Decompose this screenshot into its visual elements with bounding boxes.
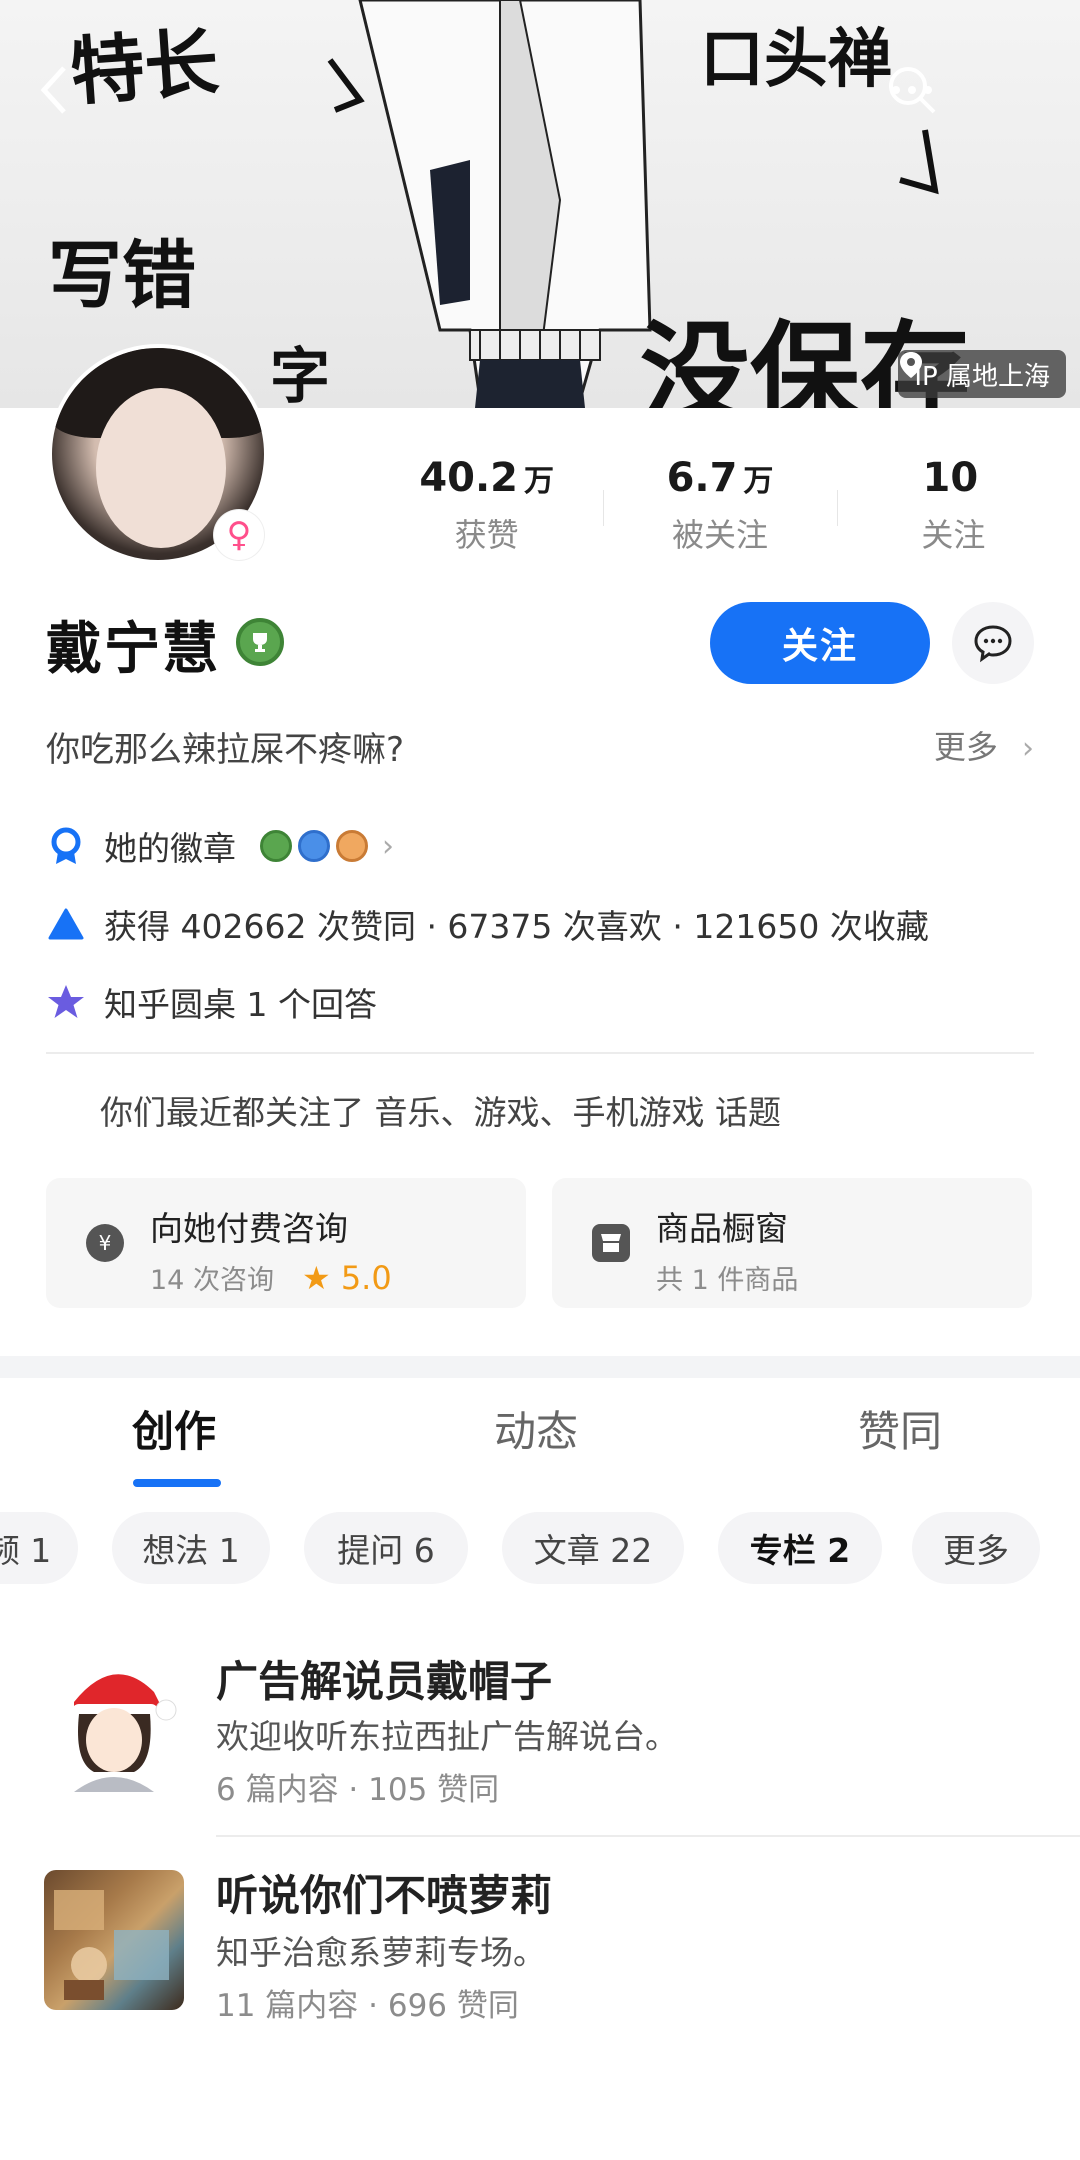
cozy-room-illustration — [54, 1890, 169, 2000]
back-button[interactable] — [34, 62, 84, 122]
stat-following-label: 关注 — [921, 516, 986, 554]
tab-creation[interactable]: 创作 — [132, 1398, 216, 1459]
orange-badge-icon — [336, 830, 368, 862]
list-divider — [216, 1835, 1080, 1837]
bio-more-label: 更多 — [933, 728, 998, 766]
achievements-row: 获得 402662 次赞同 · 67375 次喜欢 · 121650 次收藏 — [46, 900, 929, 948]
shop-count: 共 1 件商品 — [656, 1265, 799, 1296]
section-divider — [0, 1356, 1080, 1378]
ip-location-text: IP 属地上海 — [914, 361, 1050, 392]
chip-columns[interactable]: 专栏 2 — [718, 1512, 882, 1584]
roundtable-text: 知乎圆桌 1 个回答 — [104, 985, 377, 1024]
column-title: 广告解说员戴帽子 — [216, 1657, 553, 1706]
stat-likes[interactable]: 40.2 万 获赞 — [370, 450, 603, 560]
medal-icon — [46, 826, 86, 866]
chip-more[interactable]: 更多 — [912, 1512, 1040, 1584]
chat-bubble-icon — [974, 625, 1012, 663]
profile-bio: 你吃那么辣拉屎不疼嘛? — [46, 730, 405, 770]
green-badge-icon — [260, 830, 292, 862]
chip-questions[interactable]: 提问 6 — [304, 1512, 468, 1584]
tab-active-indicator — [133, 1479, 221, 1487]
upvote-triangle-icon — [46, 904, 86, 944]
blue-badge-icon — [298, 830, 330, 862]
content-tabs: 创作 动态 赞同 — [0, 1398, 1080, 1488]
stat-likes-value: 40.2 — [419, 455, 519, 501]
column-item[interactable]: 广告解说员戴帽子 欢迎收听东拉西扯广告解说台。 6 篇内容 · 105 赞同 — [0, 1636, 1080, 1836]
badges-row[interactable]: 她的徽章 › — [46, 822, 394, 870]
tab-upvotes[interactable]: 赞同 — [858, 1398, 942, 1459]
shop-window-card[interactable]: 商品橱窗 共 1 件商品 — [552, 1178, 1032, 1308]
banner-text-4: 字 — [270, 342, 330, 408]
divider — [46, 1052, 1034, 1054]
stat-followers-label: 被关注 — [671, 516, 768, 554]
column-meta: 6 篇内容 · 105 赞同 — [216, 1772, 500, 1808]
column-description: 知乎治愈系萝莉专场。 — [216, 1933, 546, 1972]
banner-text-2: 口头禅 — [700, 23, 892, 97]
stat-likes-label: 获赞 — [454, 516, 519, 554]
chevron-left-icon — [40, 66, 66, 114]
location-pin-icon — [900, 352, 923, 378]
paid-consult-card[interactable]: ¥ 向她付费咨询 14 次咨询 ★ 5.0 — [46, 1178, 526, 1308]
stat-following[interactable]: 10 关注 — [836, 450, 1070, 560]
bio-more-link[interactable]: 更多 › — [934, 722, 1034, 768]
column-meta: 11 篇内容 · 696 赞同 — [216, 1988, 519, 2024]
column-thumbnail — [44, 1652, 184, 1792]
stat-following-value: 10 — [922, 455, 979, 501]
chevron-right-icon: › — [382, 828, 394, 864]
roundtable-row[interactable]: 知乎圆桌 1 个回答 — [46, 978, 377, 1026]
badges-label: 她的徽章 — [104, 829, 236, 868]
column-item[interactable]: 听说你们不喷萝莉 知乎治愈系萝莉专场。 11 篇内容 · 696 赞同 — [0, 1862, 1080, 2062]
chevron-right-icon: › — [1022, 731, 1034, 766]
chip-video[interactable]: 频 1 — [0, 1512, 78, 1584]
stat-likes-unit: 万 — [524, 464, 555, 499]
badge-list — [260, 830, 368, 862]
consult-rating: ★ 5.0 — [301, 1258, 392, 1297]
follow-button[interactable]: 关注 — [710, 602, 930, 684]
column-description: 欢迎收听东拉西扯广告解说台。 — [216, 1717, 678, 1756]
consult-yen-icon: ¥ — [86, 1224, 124, 1262]
achievements-text: 获得 402662 次赞同 · 67375 次喜欢 · 121650 次收藏 — [104, 907, 929, 946]
more-options-button[interactable] — [892, 62, 1036, 118]
stat-followers-value: 6.7 — [666, 455, 738, 501]
top-actions — [884, 62, 1036, 118]
avatar-face — [96, 388, 226, 548]
ip-location-badge: IP 属地上海 — [898, 350, 1066, 398]
chip-thoughts[interactable]: 想法 1 — [112, 1512, 270, 1584]
more-dots-icon — [892, 86, 932, 94]
column-thumbnail — [44, 1870, 184, 2010]
stat-followers[interactable]: 6.7 万 被关注 — [603, 450, 836, 560]
banner-text-1: 特长 — [67, 19, 222, 117]
banner-text-3: 写错 — [48, 233, 196, 319]
chip-articles[interactable]: 文章 22 — [502, 1512, 684, 1584]
santa-girl-illustration — [72, 1674, 177, 1792]
message-button[interactable] — [952, 602, 1034, 684]
tab-activity[interactable]: 动态 — [494, 1398, 578, 1459]
trophy-icon — [253, 633, 267, 652]
female-icon: ♀ — [214, 510, 264, 560]
star-icon — [46, 982, 86, 1022]
profile-stats: 40.2 万 获赞 6.7 万 被关注 10 关注 — [370, 450, 1070, 560]
shop-title: 商品橱窗 — [656, 1209, 788, 1248]
recent-topics: 你们最近都关注了 音乐、游戏、手机游戏 话题 — [100, 1093, 781, 1132]
consult-title: 向她付费咨询 — [150, 1209, 348, 1248]
stat-followers-unit: 万 — [743, 464, 774, 499]
consult-count: 14 次咨询 — [150, 1265, 274, 1296]
profile-name: 戴宁慧 — [46, 617, 220, 682]
column-title: 听说你们不喷萝莉 — [216, 1871, 553, 1920]
achievement-badge-icon[interactable] — [236, 618, 284, 666]
shop-icon — [592, 1224, 630, 1262]
